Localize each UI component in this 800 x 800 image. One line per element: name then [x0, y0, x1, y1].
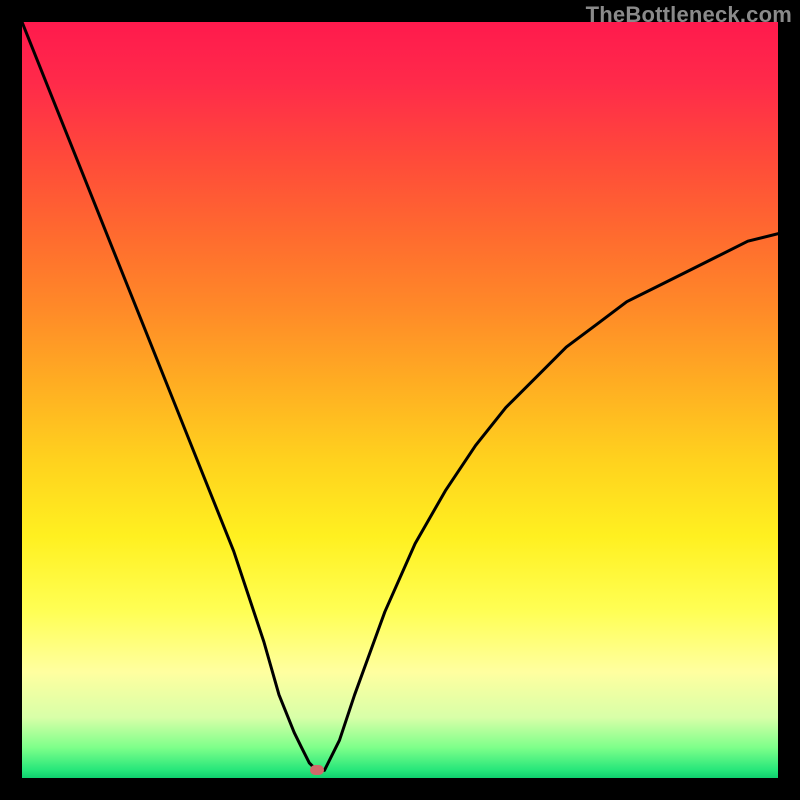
chart-frame: { "watermark": "TheBottleneck.com", "col… — [0, 0, 800, 800]
bottleneck-curve — [22, 22, 778, 770]
curve-svg — [22, 22, 778, 778]
plot-area — [22, 22, 778, 778]
watermark-text: TheBottleneck.com — [586, 2, 792, 28]
optimum-marker — [310, 765, 324, 775]
